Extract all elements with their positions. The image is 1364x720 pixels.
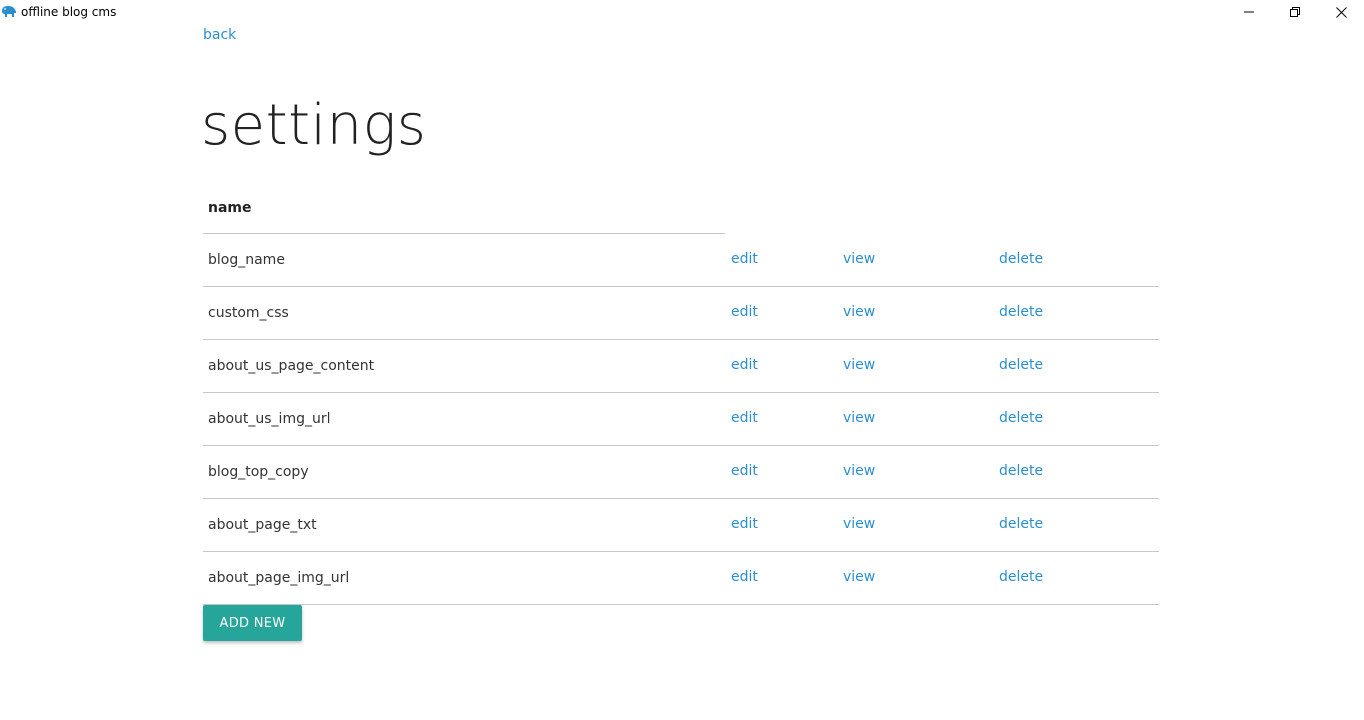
view-link[interactable]: view bbox=[843, 251, 875, 267]
page-title: settings bbox=[201, 93, 427, 158]
table-row: about_us_img_url edit view delete bbox=[203, 393, 1159, 446]
edit-link[interactable]: edit bbox=[731, 569, 758, 585]
window-titlebar: offline blog cms bbox=[0, 0, 1364, 24]
view-link[interactable]: view bbox=[843, 463, 875, 479]
column-header-name: name bbox=[208, 200, 252, 216]
delete-link[interactable]: delete bbox=[999, 304, 1043, 320]
delete-link[interactable]: delete bbox=[999, 463, 1043, 479]
back-link[interactable]: back bbox=[203, 26, 236, 44]
setting-name: blog_name bbox=[208, 252, 285, 268]
minimize-button[interactable] bbox=[1226, 0, 1272, 24]
edit-link[interactable]: edit bbox=[731, 463, 758, 479]
table-header: name bbox=[203, 181, 725, 234]
delete-link[interactable]: delete bbox=[999, 251, 1043, 267]
table-row: blog_name edit view delete bbox=[203, 234, 1159, 287]
view-link[interactable]: view bbox=[843, 516, 875, 532]
delete-link[interactable]: delete bbox=[999, 569, 1043, 585]
edit-link[interactable]: edit bbox=[731, 357, 758, 373]
setting-name: about_page_txt bbox=[208, 517, 317, 533]
edit-link[interactable]: edit bbox=[731, 410, 758, 426]
setting-name: custom_css bbox=[208, 305, 289, 321]
table-row: blog_top_copy edit view delete bbox=[203, 446, 1159, 499]
restore-button[interactable] bbox=[1272, 0, 1318, 24]
edit-link[interactable]: edit bbox=[731, 516, 758, 532]
delete-link[interactable]: delete bbox=[999, 516, 1043, 532]
settings-table: name blog_name edit view delete custom_c… bbox=[203, 181, 1159, 605]
setting-name: about_page_img_url bbox=[208, 570, 350, 586]
table-row: about_us_page_content edit view delete bbox=[203, 340, 1159, 393]
close-icon bbox=[1335, 6, 1347, 18]
view-link[interactable]: view bbox=[843, 357, 875, 373]
setting-name: blog_top_copy bbox=[208, 464, 309, 480]
setting-name: about_us_img_url bbox=[208, 411, 331, 427]
minimize-icon bbox=[1244, 11, 1254, 13]
close-button[interactable] bbox=[1318, 0, 1364, 24]
delete-link[interactable]: delete bbox=[999, 357, 1043, 373]
window-title: offline blog cms bbox=[21, 5, 117, 19]
add-new-button[interactable]: ADD NEW bbox=[203, 605, 302, 641]
app-elephant-icon bbox=[2, 6, 16, 17]
edit-link[interactable]: edit bbox=[731, 251, 758, 267]
restore-icon bbox=[1290, 7, 1300, 17]
view-link[interactable]: view bbox=[843, 410, 875, 426]
table-row: about_page_img_url edit view delete bbox=[203, 552, 1159, 605]
view-link[interactable]: view bbox=[843, 304, 875, 320]
delete-link[interactable]: delete bbox=[999, 410, 1043, 426]
table-row: about_page_txt edit view delete bbox=[203, 499, 1159, 552]
edit-link[interactable]: edit bbox=[731, 304, 758, 320]
setting-name: about_us_page_content bbox=[208, 358, 375, 374]
table-row: custom_css edit view delete bbox=[203, 287, 1159, 340]
view-link[interactable]: view bbox=[843, 569, 875, 585]
